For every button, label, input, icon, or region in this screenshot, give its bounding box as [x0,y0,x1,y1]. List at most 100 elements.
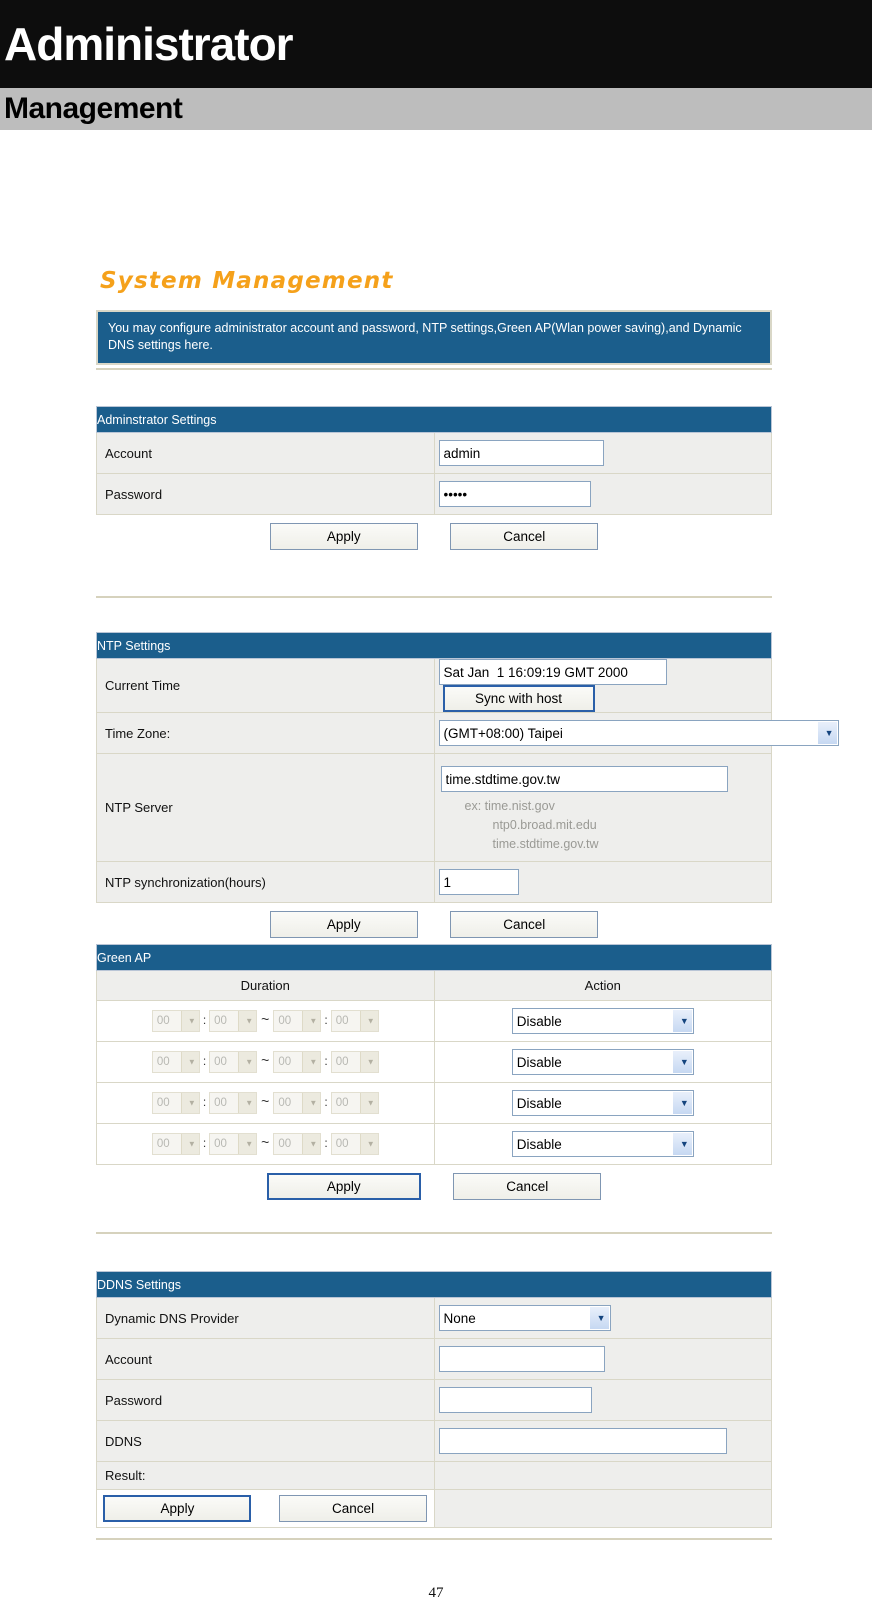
duration-cell: 00 ▼:00 ▼ ~00 ▼:00 ▼ [96,1000,435,1042]
start-hour-select-wrap: 00 ▼ [151,1092,200,1114]
ddns-account-input[interactable] [438,1346,605,1372]
time-colon: : [202,1013,207,1027]
ddns-password-label: Password [96,1379,435,1421]
ntp-settings-section: NTP Settings Current Time Sync with host… [96,632,839,938]
end-hour-select[interactable]: 00 [273,1010,322,1032]
banner-title: Administrator [4,18,294,70]
start-minute-select[interactable]: 00 [209,1051,258,1073]
account-label: Account [96,432,435,474]
end-hour-select[interactable]: 00 [273,1051,322,1073]
password-input[interactable] [438,481,591,507]
sync-with-host-button[interactable]: Sync with host [442,685,595,712]
action-cell: Disable ▼ [433,1123,772,1165]
green-ap-action-select[interactable]: Disable [511,1131,694,1157]
divider-after-green-ap [96,1232,772,1234]
ntp-sync-hours-cell [433,861,772,903]
end-minute-select[interactable]: 00 [330,1010,379,1032]
ddns-password-input[interactable] [438,1387,592,1413]
ddns-hostname-input[interactable] [438,1428,727,1454]
time-zone-select[interactable]: (GMT+08:00) Taipei [438,720,839,746]
end-minute-select-wrap: 00 ▼ [330,1092,379,1114]
ntp-apply-button[interactable]: Apply [269,911,418,938]
green-ap-section: Green AP Duration Action 00 ▼:00 ▼ ~00 ▼:00 ▼… [96,944,772,1200]
end-hour-select-wrap: 00 ▼ [273,1133,322,1155]
table-row: 00 ▼:00 ▼ ~00 ▼:00 ▼ Disable ▼ [96,1041,772,1083]
green-ap-action-select[interactable]: Disable [511,1008,694,1034]
ntp-server-example-3: time.stdtime.gov.tw [492,837,599,851]
time-colon: : [202,1095,207,1109]
table-row: 00 ▼:00 ▼ ~00 ▼:00 ▼ Disable ▼ [96,1123,772,1165]
time-colon: : [202,1054,207,1068]
end-minute-select[interactable]: 00 [330,1051,379,1073]
ntp-sync-hours-input[interactable] [438,869,519,895]
green-ap-action-select[interactable]: Disable [511,1049,694,1075]
start-hour-select[interactable]: 00 [151,1051,200,1073]
ntp-settings-heading: NTP Settings [96,632,772,659]
action-cell: Disable ▼ [433,1000,772,1042]
current-time-input[interactable] [438,659,667,685]
ntp-settings-table: NTP Settings Current Time Sync with host… [96,632,839,903]
table-row: Current Time Sync with host [96,658,772,713]
administrator-settings-table: Adminstrator Settings Account Password [96,406,772,515]
table-header-row: Adminstrator Settings [96,406,772,433]
green-ap-cancel-button[interactable]: Cancel [453,1173,602,1200]
end-hour-select[interactable]: 00 [273,1133,322,1155]
start-minute-select[interactable]: 00 [209,1092,258,1114]
table-row: Apply Cancel [96,1489,772,1528]
start-minute-select[interactable]: 00 [209,1133,258,1155]
ddns-result-label: Result: [96,1461,435,1490]
time-colon: : [324,1136,328,1150]
green-ap-action-select[interactable]: Disable [511,1090,694,1116]
end-minute-select-wrap: 00 ▼ [330,1133,379,1155]
ddns-cancel-button[interactable]: Cancel [279,1495,428,1522]
ddns-button-cell: Apply Cancel [96,1489,435,1528]
start-hour-select[interactable]: 00 [151,1010,200,1032]
table-row: Password [96,473,772,515]
administrator-settings-section: Adminstrator Settings Account Password A… [96,406,772,550]
current-time-label: Current Time [96,658,435,713]
ddns-apply-button[interactable]: Apply [103,1495,252,1522]
current-time-cell: Sync with host [433,658,772,713]
ntp-server-label: NTP Server [96,753,435,862]
account-input[interactable] [438,440,604,466]
admin-apply-button[interactable]: Apply [269,523,418,550]
start-hour-select-wrap: 00 ▼ [151,1051,200,1073]
description-text: You may configure administrator account … [100,314,768,361]
account-cell [433,432,772,474]
time-colon: : [324,1095,328,1109]
ddns-button-row-spacer [433,1489,772,1528]
ddns-account-label: Account [96,1338,435,1380]
end-minute-select[interactable]: 00 [330,1133,379,1155]
green-ap-heading: Green AP [96,944,772,971]
end-hour-select-wrap: 00 ▼ [273,1092,322,1114]
end-hour-select-wrap: 00 ▼ [273,1010,322,1032]
divider-after-admin [96,596,772,598]
ddns-hostname-cell [433,1420,772,1462]
page-number: 47 [428,1585,444,1601]
ntp-sync-hours-label: NTP synchronization(hours) [96,861,435,903]
ntp-server-input[interactable] [440,766,728,792]
range-tilde: ~ [261,1052,270,1068]
start-hour-select[interactable]: 00 [151,1092,200,1114]
time-colon: : [202,1136,207,1150]
ddns-settings-section: DDNS Settings Dynamic DNS Provider None … [96,1271,772,1528]
end-minute-select-wrap: 00 ▼ [330,1010,379,1032]
end-minute-select-wrap: 00 ▼ [330,1051,379,1073]
end-hour-select[interactable]: 00 [273,1092,322,1114]
admin-cancel-button[interactable]: Cancel [450,523,599,550]
green-ap-table: Green AP Duration Action 00 ▼:00 ▼ ~00 ▼:00 ▼… [96,944,772,1165]
ddns-password-cell [433,1379,772,1421]
ntp-cancel-button[interactable]: Cancel [450,911,599,938]
ddns-provider-select[interactable]: None [438,1305,611,1331]
start-minute-select[interactable]: 00 [209,1010,258,1032]
green-ap-apply-button[interactable]: Apply [266,1173,421,1200]
action-cell: Disable ▼ [433,1041,772,1083]
end-minute-select[interactable]: 00 [330,1092,379,1114]
table-header-row: DDNS Settings [96,1271,772,1298]
duration-cell: 00 ▼:00 ▼ ~00 ▼:00 ▼ [96,1123,435,1165]
administrator-settings-heading: Adminstrator Settings [96,406,772,433]
ntp-server-example-1: ex: time.nist.gov [464,799,555,813]
ddns-provider-cell: None ▼ [433,1297,772,1339]
start-hour-select[interactable]: 00 [151,1133,200,1155]
action-select-wrap: Disable ▼ [511,1131,694,1157]
